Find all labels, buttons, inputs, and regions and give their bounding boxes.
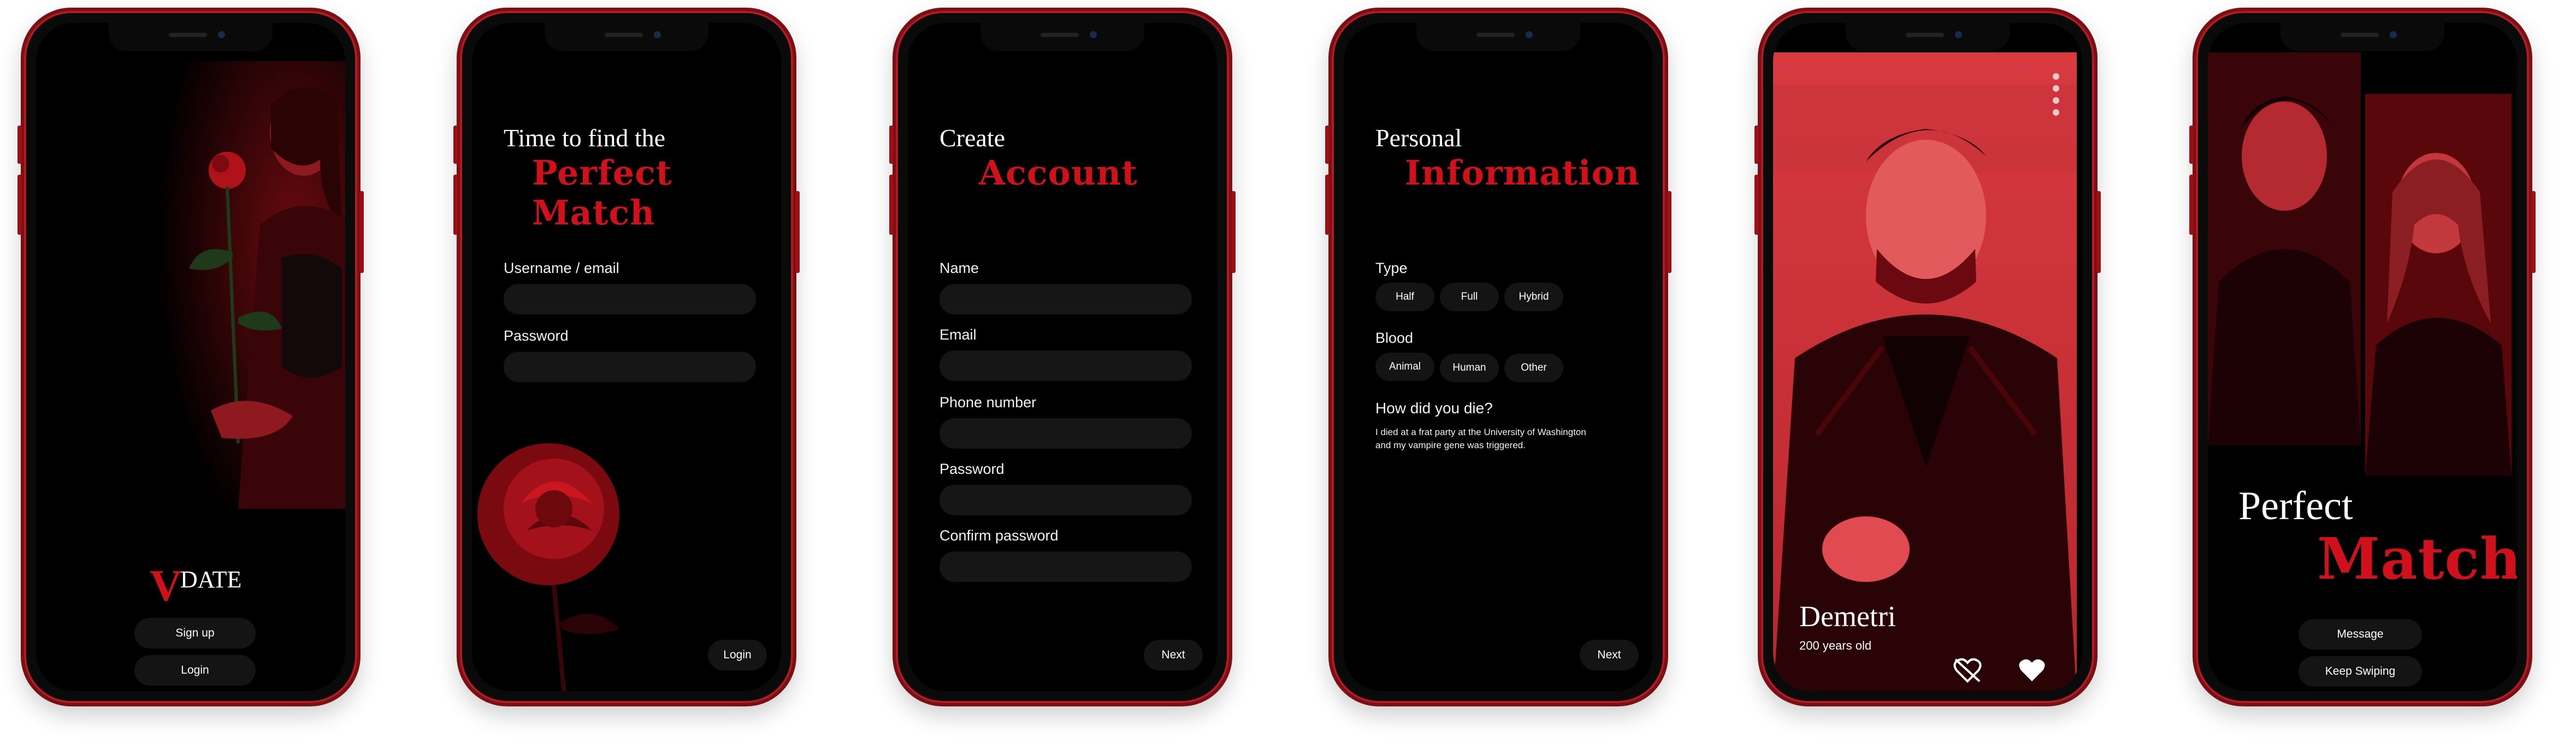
side-button: [453, 126, 458, 164]
match-woman-photo: [2365, 94, 2512, 476]
title-line2: Match: [2317, 525, 2517, 592]
side-button: [889, 126, 894, 164]
login-button[interactable]: Login: [134, 655, 256, 686]
notch: [109, 23, 273, 51]
side-button: [889, 175, 894, 235]
name-label: Name: [940, 260, 979, 276]
password-label: Password: [940, 461, 1005, 477]
notch: [2280, 23, 2444, 51]
signup-button[interactable]: Sign up: [134, 618, 256, 649]
confirm-password-input[interactable]: [940, 551, 1192, 582]
next-button[interactable]: Next: [1580, 640, 1639, 670]
broken-heart-icon[interactable]: [1953, 657, 1982, 683]
answer-text-line2: and my vampire gene was triggered.: [1375, 440, 1526, 450]
profile-name: Demetri: [1799, 600, 1896, 633]
question-label: How did you die?: [1375, 400, 1493, 417]
email-input[interactable]: [940, 350, 1192, 381]
confirm-password-label: Confirm password: [940, 527, 1059, 544]
side-button: [2096, 191, 2101, 273]
blood-human-chip[interactable]: Human: [1440, 354, 1499, 382]
screen: Create Account Name Email Phone number P…: [908, 23, 1217, 691]
screen: V DATE Sign up Login: [36, 23, 345, 691]
screen: Time to find the Perfect Match Username …: [472, 23, 781, 691]
title-line2: Perfect Match: [532, 153, 672, 233]
title-line1: Create: [940, 124, 1006, 152]
side-button: [1754, 126, 1759, 164]
type-label: Type: [1375, 260, 1408, 276]
title-line1: Perfect: [2238, 484, 2353, 528]
phone-label: Phone number: [940, 394, 1037, 411]
notch: [1846, 23, 2010, 51]
hero-woman-rose-photo: [156, 61, 345, 509]
password-input[interactable]: [940, 485, 1192, 515]
side-button: [453, 175, 458, 235]
type-half-chip[interactable]: Half: [1375, 283, 1434, 311]
title-line2: Account: [979, 153, 1138, 193]
next-button[interactable]: Next: [1144, 640, 1203, 670]
notch: [980, 23, 1144, 51]
username-input[interactable]: [504, 284, 756, 314]
side-button: [17, 175, 22, 235]
side-button: [1754, 175, 1759, 235]
logo-v: V: [150, 561, 183, 610]
title-line1: Time to find the: [504, 124, 666, 152]
login-button[interactable]: Login: [708, 640, 767, 670]
type-full-chip[interactable]: Full: [1440, 283, 1499, 311]
side-button: [1231, 191, 1236, 273]
side-button: [795, 191, 800, 273]
blood-label: Blood: [1375, 330, 1414, 346]
screen: Perfect Match Message Keep Swiping: [2208, 23, 2517, 691]
email-label: Email: [940, 326, 977, 343]
notch: [545, 23, 708, 51]
more-vertical-icon[interactable]: [2053, 73, 2060, 117]
notch: [1416, 23, 1580, 51]
phone-personal-info: Personal Information Type Half Full Hybr…: [1325, 8, 1671, 706]
side-button: [2189, 126, 2194, 164]
match-man-photo: [2208, 52, 2361, 445]
side-button: [17, 126, 22, 164]
phone-profile: Demetri 200 years old: [1754, 8, 2101, 706]
title-line2: Information: [1405, 153, 1640, 193]
message-button[interactable]: Message: [2299, 619, 2422, 650]
profile-photo: [1773, 52, 2077, 691]
profile-age: 200 years old: [1799, 639, 1872, 652]
password-label: Password: [504, 328, 569, 344]
screen: Demetri 200 years old: [1773, 23, 2082, 691]
phone-create-account: Create Account Name Email Phone number P…: [889, 8, 1236, 706]
type-hybrid-chip[interactable]: Hybrid: [1504, 283, 1563, 311]
blood-other-chip[interactable]: Other: [1504, 354, 1563, 382]
screen: Personal Information Type Half Full Hybr…: [1344, 23, 1653, 691]
side-button: [1667, 191, 1671, 273]
side-button: [1325, 126, 1330, 164]
blood-animal-chip[interactable]: Animal: [1375, 353, 1434, 381]
logo-word: DATE: [180, 566, 242, 593]
heart-icon[interactable]: [2018, 657, 2046, 683]
name-input[interactable]: [940, 284, 1192, 314]
phone-match: Perfect Match Message Keep Swiping: [2189, 8, 2536, 706]
phone-login: Time to find the Perfect Match Username …: [453, 8, 800, 706]
phone-welcome: V DATE Sign up Login: [17, 8, 364, 706]
side-button: [2189, 175, 2194, 235]
side-button: [359, 191, 364, 273]
rose-photo: [472, 438, 658, 691]
answer-text-line1: I died at a frat party at the University…: [1375, 427, 1586, 437]
side-button: [1325, 175, 1330, 235]
keep-swiping-button[interactable]: Keep Swiping: [2299, 656, 2422, 687]
username-label: Username / email: [504, 260, 619, 276]
side-button: [2531, 191, 2536, 273]
password-input[interactable]: [504, 352, 756, 382]
title-line1: Personal: [1375, 124, 1462, 152]
phone-input[interactable]: [940, 418, 1192, 449]
